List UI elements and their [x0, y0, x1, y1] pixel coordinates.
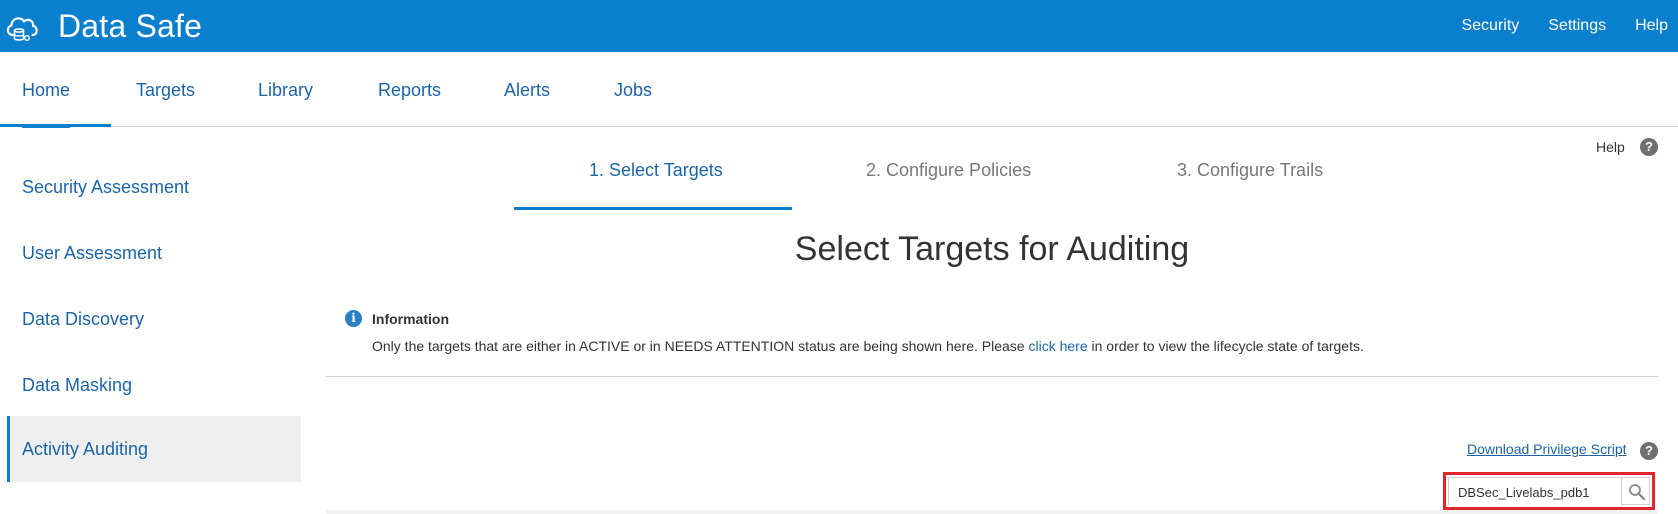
sidebar-item-data-masking[interactable]: Data Masking — [7, 352, 301, 418]
tab-targets[interactable]: Targets — [136, 52, 195, 127]
topnav-security[interactable]: Security — [1461, 17, 1519, 35]
tab-library[interactable]: Library — [258, 52, 313, 127]
info-text-before: Only the targets that are either in ACTI… — [372, 338, 1029, 354]
page-title: Select Targets for Auditing — [794, 230, 1190, 268]
table-header-strip — [326, 510, 1658, 514]
app-title: Data Safe — [58, 7, 203, 44]
top-nav: Security Settings Help — [1461, 0, 1678, 52]
tab-reports[interactable]: Reports — [378, 52, 441, 127]
search-input[interactable] — [1449, 478, 1622, 506]
info-text: Only the targets that are either in ACTI… — [372, 338, 1364, 354]
sidebar-item-user-assessment[interactable]: User Assessment — [7, 220, 301, 286]
top-bar: Data Safe Security Settings Help — [0, 0, 1678, 52]
main-nav: Home Targets Library Reports Alerts Jobs — [0, 52, 1678, 128]
tab-alerts[interactable]: Alerts — [504, 52, 550, 127]
divider — [326, 376, 1658, 377]
wizard-step-configure-trails[interactable]: 3. Configure Trails — [1177, 160, 1323, 181]
click-here-link[interactable]: click here — [1028, 338, 1087, 354]
search-icon — [1629, 484, 1646, 501]
download-privilege-script-link[interactable]: Download Privilege Script — [1467, 441, 1627, 457]
search-box — [1443, 472, 1655, 510]
info-text-after: in order to view the lifecycle state of … — [1087, 338, 1364, 354]
tab-jobs[interactable]: Jobs — [614, 52, 652, 127]
topnav-settings[interactable]: Settings — [1548, 17, 1606, 35]
sidebar-item-data-discovery[interactable]: Data Discovery — [7, 286, 301, 352]
info-icon: i — [345, 310, 362, 327]
wizard-step-underline — [514, 207, 792, 210]
question-icon[interactable]: ? — [1640, 442, 1658, 460]
search-button[interactable] — [1623, 478, 1651, 506]
wizard-step-select-targets[interactable]: 1. Select Targets — [589, 160, 723, 181]
wizard-step-configure-policies[interactable]: 2. Configure Policies — [866, 160, 1031, 181]
topnav-help[interactable]: Help — [1635, 17, 1668, 35]
sidebar-item-activity-auditing[interactable]: Activity Auditing — [7, 416, 301, 482]
sidebar-item-security-assessment[interactable]: Security Assessment — [7, 154, 301, 220]
help-link[interactable]: Help — [1596, 139, 1625, 155]
tab-home-underline — [0, 124, 111, 127]
question-icon[interactable]: ? — [1640, 138, 1658, 156]
info-title: Information — [372, 311, 449, 327]
search-field — [1448, 477, 1651, 506]
brand[interactable]: Data Safe — [4, 4, 202, 48]
tab-home[interactable]: Home — [22, 52, 71, 128]
cloud-database-icon — [6, 17, 38, 42]
